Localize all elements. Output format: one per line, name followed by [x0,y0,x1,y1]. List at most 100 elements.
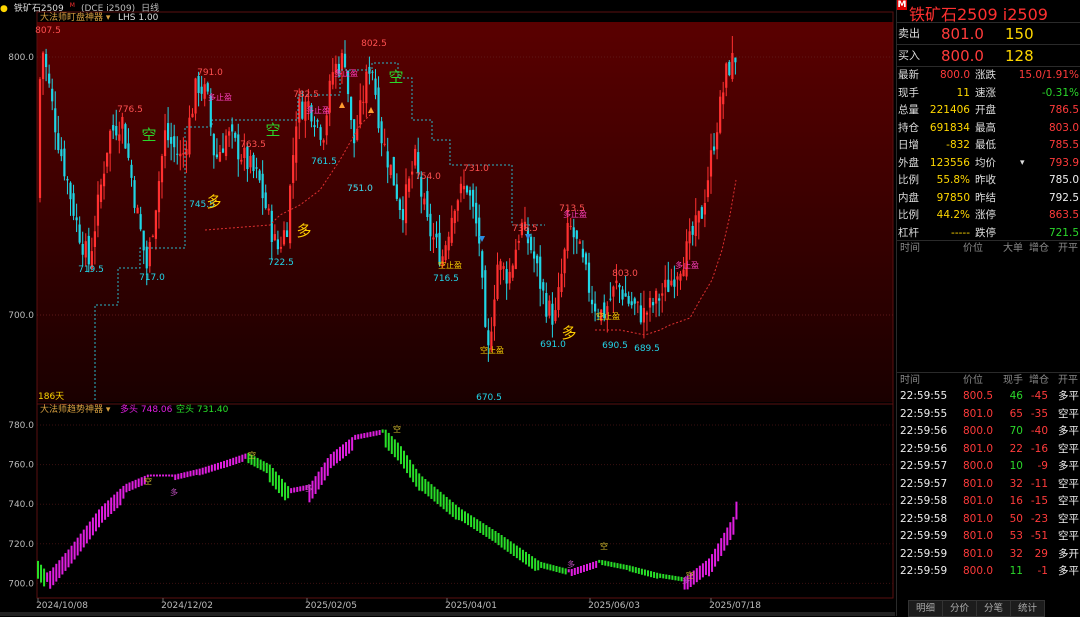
candle-body [703,203,706,215]
candle-body [54,108,57,133]
candle-body [145,246,148,269]
period-selector[interactable]: 日线 [141,4,159,14]
candle-body [685,241,688,277]
column-header: 时间 [900,375,920,386]
candle-body [728,61,731,76]
candle-body [84,241,87,258]
candle-body [383,143,386,145]
panel-title: M 铁矿石2509 i2509 [897,0,1080,24]
tick-time: 22:59:55 [900,407,948,420]
candle-body [651,302,655,306]
candle-body [697,211,700,223]
stat-label: 速涨 [975,86,996,99]
candle-body [676,276,679,280]
candle-body [194,78,197,114]
column-header: 时间 [900,243,920,254]
candle-body [435,233,438,238]
price-chart[interactable]: 800.0700.0大法师盯盘神器 ▾ LHS 1.00807.5791.0776… [0,0,895,616]
stat-value: 123556 [929,156,970,169]
tick-type: 空平 [1058,442,1079,455]
column-header: 开平 [1058,243,1078,254]
candle-body [414,148,417,166]
bid-row[interactable]: 买入 800.0 128 [897,44,1080,67]
candle-body [517,240,520,243]
candle-body [615,280,618,284]
tab-1[interactable]: 分价 [942,600,977,617]
candle-body [572,227,575,238]
candle-body [106,152,109,167]
tick-time: 22:59:57 [900,460,948,472]
tab-2[interactable]: 分笔 [976,600,1011,617]
tick-type: 多平 [1058,390,1079,402]
tick-price: 800.5 [963,390,994,402]
stat-row: 外盘 123556 均价 793.9 ▾ [897,155,1080,173]
candle-body [380,121,383,144]
price-low-label: 670.5 [476,393,502,403]
tick-oi-change: -15 [1030,495,1048,507]
candle-body [725,63,728,88]
ask-row[interactable]: 卖出 801.0 150 [897,22,1080,45]
column-header: 增仓 [1029,375,1049,386]
tick-time: 22:59:59 [900,565,948,577]
candle-body [377,87,380,129]
stop-label: 多止盈 [208,92,232,102]
tick-price: 801.0 [963,407,994,420]
candle-body [621,289,624,300]
horizontal-scrollbar[interactable] [0,612,895,616]
candle-body [322,140,325,143]
candle-body [493,299,496,327]
tick-row: 22:59:58 801.0 16 -15 空平 [897,493,1080,511]
candle-body [325,115,328,136]
column-header: 价位 [963,243,983,254]
stat-value: 792.5 [1048,191,1079,204]
candle-body [594,303,597,312]
candle-body [569,225,572,227]
candle-body [468,190,472,196]
tick-list[interactable]: 22:59:55 800.5 46 -45 多平 22:59:55 801.0 65 -35 空平… [897,388,1080,581]
candle-body [411,171,414,175]
candle-body [218,152,222,162]
stat-label: 比例 [898,174,919,186]
candle-body [587,262,591,293]
dropdown-icon[interactable]: ▾ [1020,155,1025,173]
candle-body [432,237,435,240]
candle-body [60,149,63,157]
signal-label: 多 [296,222,311,240]
symbol-label[interactable]: 铁矿石2509 M [14,2,75,14]
candle-body [438,232,441,265]
candle-body [69,182,72,200]
tick-row: 22:59:57 800.0 10 -9 多平 [897,458,1080,476]
sub-indicator-name[interactable]: 大法师趋势神器 ▾ [40,403,111,415]
price-low-label: 690.5 [602,341,628,351]
candle-body [465,186,469,193]
tick-price: 801.0 [963,547,994,560]
sub-y-axis-label: 740.0 [8,500,34,510]
chart-area[interactable]: 800.0 700.0 大法师盯盘神器 ▾ LHS 1.00 807.5 791.0 776… [0,0,895,616]
candle-body [560,273,563,293]
candle-body [456,200,459,211]
candle-body [63,148,66,177]
tick-volume: 65 [1009,407,1023,420]
candle-body [136,207,139,214]
candle-body [289,185,292,244]
stat-label: 涨停 [975,209,996,221]
tick-price: 801.0 [963,512,994,525]
candle-body [584,253,588,265]
candle-body [475,202,478,224]
candle-body [75,217,78,221]
stat-label: 涨跌 [975,69,996,81]
stop-label: 多止盈 [675,260,699,270]
price-low-label: 716.5 [433,274,459,284]
candle-body [109,130,112,154]
candle-body [716,132,719,150]
stat-row: 总量 221406 开盘 786.5 [897,102,1080,120]
candle-body [529,236,533,251]
stat-label: 内盘 [898,191,919,204]
tab-3[interactable]: 统计 [1010,600,1045,617]
tab-0[interactable]: 明细 [908,600,943,617]
candle-body [78,224,81,243]
candle-body [87,235,90,265]
tick-price: 801.0 [963,495,994,507]
tick-oi-change: -35 [1030,407,1048,420]
price-high-label: 776.5 [117,105,143,115]
